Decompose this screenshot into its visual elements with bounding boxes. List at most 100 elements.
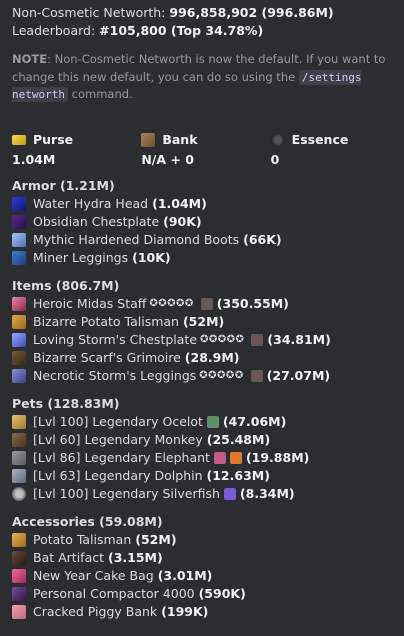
item-name: Personal Compactor 4000	[33, 585, 195, 601]
purse-icon	[12, 134, 26, 145]
stars-icon: ✪✪✪✪✪	[200, 333, 245, 345]
networth-embed: Non-Cosmetic Networth: 996,858,902 (996.…	[12, 4, 400, 621]
dolphin-icon	[12, 468, 26, 483]
list-item: Mythic Hardened Diamond Boots (66K)	[12, 231, 400, 249]
item-name: Mythic Hardened Diamond Boots	[33, 231, 240, 247]
item-value: (90K)	[163, 213, 202, 229]
item-value: (25.48M)	[206, 431, 271, 447]
list-item: Obsidian Chestplate (90K)	[12, 213, 400, 231]
miner-leggings-icon	[12, 250, 26, 265]
accessories-title: Accessories (59.08M)	[12, 513, 163, 529]
list-item: [Lvl 60] Legendary Monkey (25.48M)	[12, 431, 400, 449]
gemstone-icon	[250, 369, 263, 382]
field-purse-value: 1.04M	[12, 151, 56, 167]
item-value: (350.55M)	[216, 295, 289, 311]
field-bank-label: Bank	[162, 131, 198, 147]
list-item: Necrotic Storm's Leggings ✪✪✪✪✪ (27.07M)	[12, 367, 400, 385]
ocelot-icon	[12, 414, 26, 429]
storm-leggings-icon	[12, 368, 26, 383]
essence-icon	[270, 132, 285, 147]
item-name: [Lvl 86] Legendary Elephant	[33, 449, 210, 465]
diamond-boots-icon	[12, 232, 26, 247]
field-bank: Bank N/A + 0	[141, 131, 270, 169]
obsidian-chestplate-icon	[12, 214, 26, 229]
list-item: [Lvl 86] Legendary Elephant (19.88M)	[12, 449, 400, 467]
list-item: [Lvl 100] Legendary Silverfish (8.34M)	[12, 485, 400, 503]
networth-value: 996,858,902 (996.86M)	[169, 5, 334, 20]
elephant-icon	[12, 450, 26, 465]
item-name: Loving Storm's Chestplate	[33, 331, 198, 347]
field-essence: Essence 0	[270, 131, 400, 169]
pet-item-icon	[223, 487, 236, 500]
stars-icon: ✪✪✪✪✪	[149, 297, 194, 309]
midas-staff-icon	[12, 296, 26, 311]
item-name: Heroic Midas Staff	[33, 295, 147, 311]
item-name: Cracked Piggy Bank	[33, 603, 158, 619]
item-value: (1.04M)	[152, 195, 207, 211]
pet-item-icon	[206, 415, 219, 428]
item-value: (34.81M)	[267, 331, 331, 347]
field-essence-value: 0	[270, 151, 280, 167]
item-name: Bizarre Scarf's Grimoire	[33, 349, 181, 365]
list-item: Miner Leggings (10K)	[12, 249, 400, 267]
list-item: Bat Artifact (3.15M)	[12, 549, 400, 567]
leaderboard-label: Leaderboard:	[12, 23, 96, 38]
silverfish-icon	[12, 486, 26, 501]
bat-artifact-icon	[12, 550, 26, 565]
item-value: (590K)	[198, 585, 246, 601]
pets-title: Pets (128.83M)	[12, 395, 120, 411]
gemstone-icon	[200, 297, 213, 310]
gemstone-icon	[251, 333, 264, 346]
summary-fields: Purse 1.04M Bank N/A + 0 Essence 0	[12, 131, 400, 169]
grimoire-icon	[12, 350, 26, 365]
item-value: (3.01M)	[157, 567, 213, 583]
item-name: [Lvl 63] Legendary Dolphin	[33, 467, 203, 483]
field-purse-label: Purse	[33, 131, 74, 147]
networth-line: Non-Cosmetic Networth: 996,858,902 (996.…	[12, 4, 400, 22]
item-name: Bat Artifact	[33, 549, 105, 565]
piggy-bank-icon	[12, 604, 26, 619]
item-value: (27.07M)	[266, 367, 331, 383]
potato-talisman-icon	[12, 314, 26, 329]
monkey-icon	[12, 432, 26, 447]
item-name: Obsidian Chestplate	[33, 213, 160, 229]
bank-icon	[141, 132, 156, 147]
storm-chestplate-icon	[12, 332, 26, 347]
carrot-icon	[229, 451, 242, 464]
field-essence-label: Essence	[291, 131, 349, 147]
item-name: Necrotic Storm's Leggings	[33, 367, 197, 383]
field-bank-value: N/A + 0	[141, 151, 194, 167]
note-label: NOTE	[12, 52, 48, 66]
note-tail: command.	[71, 87, 133, 101]
list-item: [Lvl 63] Legendary Dolphin (12.63M)	[12, 467, 400, 485]
networth-label: Non-Cosmetic Networth:	[12, 5, 166, 20]
item-name: Bizarre Potato Talisman	[33, 313, 179, 329]
item-name: [Lvl 100] Legendary Silverfish	[33, 485, 220, 501]
list-item: [Lvl 100] Legendary Ocelot (47.06M)	[12, 413, 400, 431]
item-name: [Lvl 100] Legendary Ocelot	[33, 413, 203, 429]
list-item: Water Hydra Head (1.04M)	[12, 195, 400, 213]
item-value: (28.9M)	[184, 349, 240, 365]
leaderboard-value: #105,800 (Top 34.78%)	[99, 23, 264, 38]
item-name: Water Hydra Head	[33, 195, 149, 211]
note-text: NOTE: Non-Cosmetic Networth is now the d…	[12, 51, 398, 104]
list-item: Bizarre Scarf's Grimoire (28.9M)	[12, 349, 400, 367]
list-item: Heroic Midas Staff ✪✪✪✪✪ (350.55M)	[12, 295, 400, 313]
item-value: (12.63M)	[206, 467, 270, 483]
items-title: Items (806.7M)	[12, 277, 120, 293]
item-name: Miner Leggings	[33, 249, 129, 265]
item-name: Potato Talisman	[33, 531, 132, 547]
item-value: (52M)	[135, 531, 177, 547]
field-purse: Purse 1.04M	[12, 131, 141, 169]
item-value: (47.06M)	[222, 413, 287, 429]
item-value: (19.88M)	[245, 449, 310, 465]
item-value: (3.15M)	[108, 549, 163, 565]
list-item: Personal Compactor 4000 (590K)	[12, 585, 400, 603]
list-item: Cracked Piggy Bank (199K)	[12, 603, 400, 621]
leaderboard-line: Leaderboard: #105,800 (Top 34.78%)	[12, 22, 400, 40]
item-value: (66K)	[243, 231, 282, 247]
item-name: [Lvl 60] Legendary Monkey	[33, 431, 203, 447]
stars-icon: ✪✪✪✪✪	[199, 369, 244, 381]
item-value: (52M)	[182, 313, 225, 329]
item-value: (199K)	[161, 603, 209, 619]
